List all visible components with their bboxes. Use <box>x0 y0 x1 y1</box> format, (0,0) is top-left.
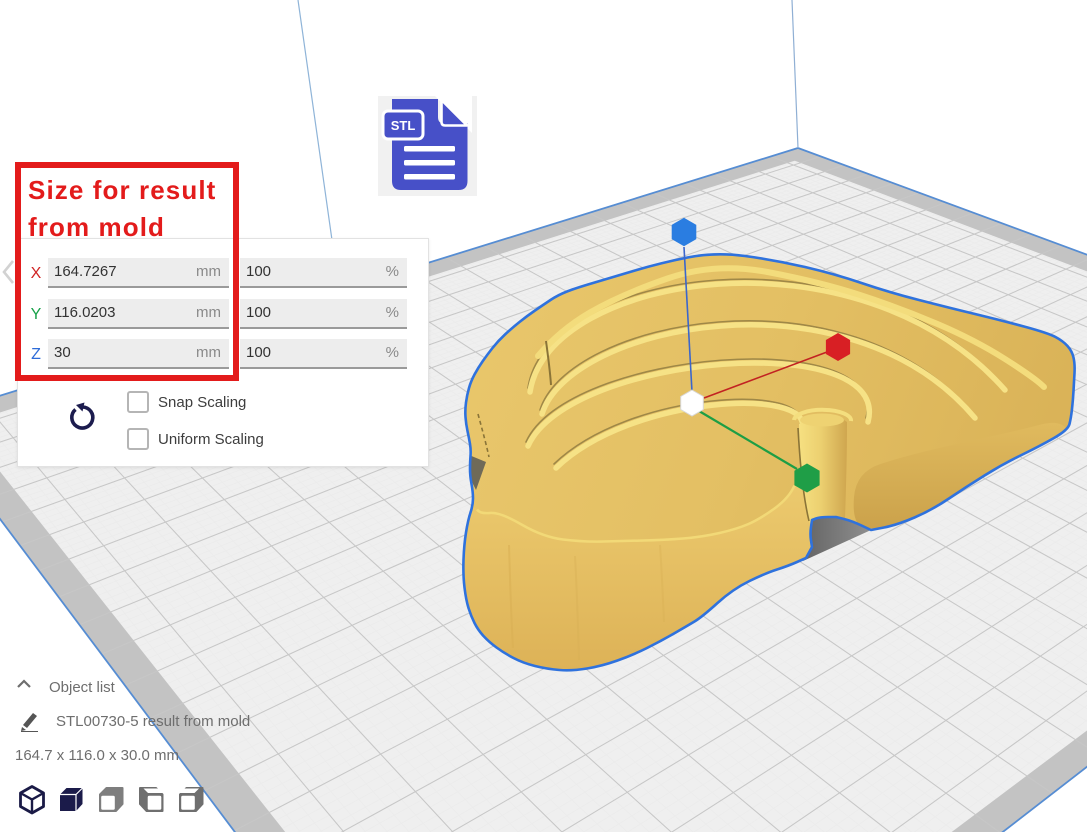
svg-text:STL: STL <box>391 118 416 133</box>
